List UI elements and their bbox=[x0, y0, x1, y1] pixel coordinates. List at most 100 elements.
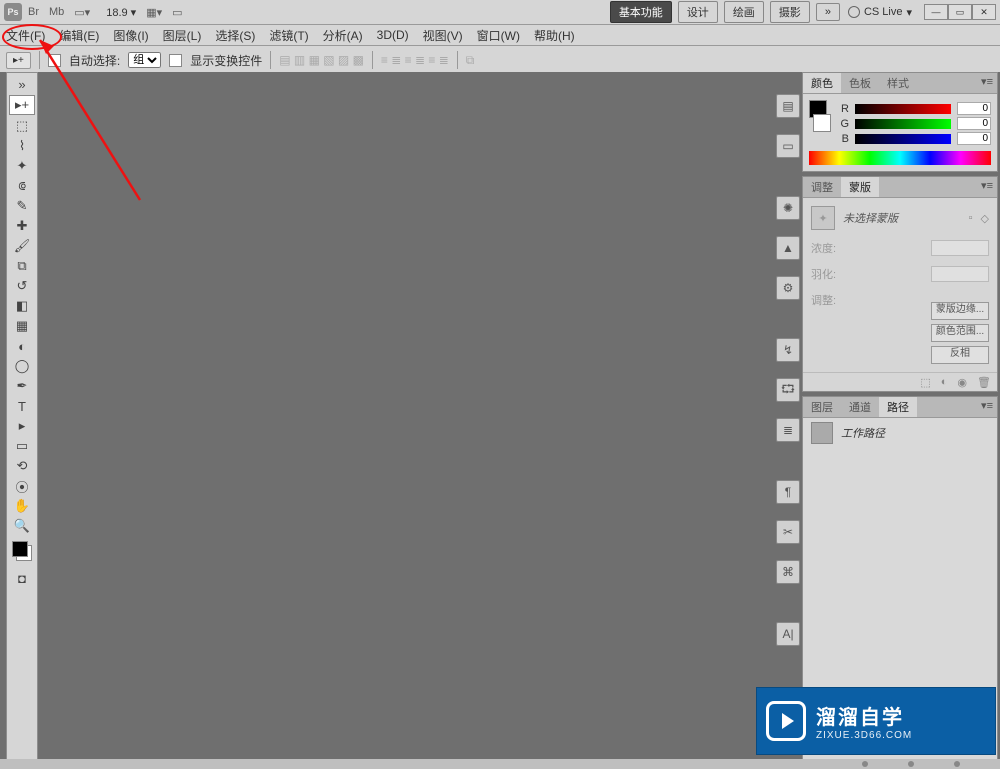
menu-filter[interactable]: 滤镜(T) bbox=[269, 27, 308, 44]
pixel-mask-icon[interactable]: ▫ bbox=[969, 212, 973, 224]
panel-menu-icon[interactable]: ▾≡ bbox=[981, 179, 993, 192]
move-tool[interactable]: ▸+ bbox=[9, 95, 35, 115]
dock-char-icon[interactable]: ⌘ bbox=[776, 560, 800, 584]
quickselect-tool[interactable]: ✦ bbox=[10, 157, 34, 175]
tab-adjustments[interactable]: 调整 bbox=[803, 177, 841, 197]
dock-brushpreset-icon[interactable]: ⚙ bbox=[776, 276, 800, 300]
vector-mask-icon[interactable]: ◇ bbox=[981, 212, 989, 225]
path-item[interactable]: 工作路径 bbox=[803, 418, 997, 448]
minibridge-icon[interactable]: Mb bbox=[49, 6, 64, 18]
marquee-tool[interactable]: ⬚ bbox=[10, 117, 34, 135]
arrange-icon[interactable]: ▭ bbox=[172, 6, 182, 19]
b-slider[interactable] bbox=[855, 134, 951, 144]
screenmode-icon[interactable]: ▭▾ bbox=[74, 6, 90, 19]
maximize-button[interactable]: ▭ bbox=[948, 4, 972, 20]
show-transform-checkbox[interactable] bbox=[169, 54, 182, 67]
toggle-mask-icon[interactable]: ◉ bbox=[957, 376, 967, 389]
workspace-design[interactable]: 设计 bbox=[678, 1, 718, 23]
workspace-essentials[interactable]: 基本功能 bbox=[610, 1, 672, 23]
blur-tool[interactable]: ◐ bbox=[10, 337, 34, 355]
dock-character-icon[interactable]: A| bbox=[776, 622, 800, 646]
menu-edit[interactable]: 编辑(E) bbox=[59, 27, 99, 44]
canvas-workspace[interactable] bbox=[38, 72, 774, 769]
type-tool[interactable]: T bbox=[10, 397, 34, 415]
dock-brush-icon[interactable]: ✺ bbox=[776, 196, 800, 220]
eraser-tool[interactable]: ◧ bbox=[10, 297, 34, 315]
tab-paths[interactable]: 路径 bbox=[879, 397, 917, 417]
dock-actions-icon[interactable]: ▭ bbox=[776, 134, 800, 158]
r-input[interactable] bbox=[957, 102, 991, 115]
dock-navigator-icon[interactable]: ↯ bbox=[776, 338, 800, 362]
b-input[interactable] bbox=[957, 132, 991, 145]
stamp-tool[interactable]: ⧉ bbox=[10, 257, 34, 275]
panel-bg-color[interactable] bbox=[813, 114, 831, 132]
delete-mask-icon[interactable]: 🗑 bbox=[977, 376, 991, 389]
cslive-button[interactable]: CS Live ▾ bbox=[848, 6, 912, 19]
zoom-level[interactable]: 18.9 ▾ bbox=[106, 6, 136, 19]
tab-color[interactable]: 颜色 bbox=[803, 73, 841, 93]
dodge-tool[interactable]: ◯ bbox=[10, 357, 34, 375]
menu-select[interactable]: 选择(S) bbox=[215, 27, 255, 44]
dock-clonesrc-icon[interactable]: ▲ bbox=[776, 236, 800, 260]
g-input[interactable] bbox=[957, 117, 991, 130]
dock-paragraph-icon[interactable]: ¶ bbox=[776, 480, 800, 504]
workspace-more[interactable]: » bbox=[816, 3, 840, 21]
menu-image[interactable]: 图像(I) bbox=[113, 27, 148, 44]
apply-mask-icon[interactable]: ◐ bbox=[941, 376, 948, 388]
spectrum-ramp[interactable] bbox=[809, 151, 991, 165]
3d-tool[interactable]: ⟲ bbox=[10, 457, 34, 475]
dock-tools-icon[interactable]: ✂ bbox=[776, 520, 800, 544]
eyedropper-tool[interactable]: ✎ bbox=[10, 197, 34, 215]
3d-camera-tool[interactable]: ⦿ bbox=[10, 477, 34, 495]
autoselect-checkbox[interactable] bbox=[48, 54, 61, 67]
density-value[interactable] bbox=[931, 240, 989, 256]
viewextras-icon[interactable]: ▦▾ bbox=[146, 6, 162, 19]
brush-tool[interactable]: 🖌 bbox=[10, 237, 34, 255]
active-tool-indicator[interactable]: ▸+ bbox=[6, 52, 31, 69]
r-slider[interactable] bbox=[855, 104, 951, 114]
load-selection-icon[interactable]: ⬚ bbox=[920, 376, 930, 389]
history-brush-tool[interactable]: ↺ bbox=[10, 277, 34, 295]
color-range-button[interactable]: 颜色范围... bbox=[931, 324, 989, 342]
dock-swap-icon[interactable]: ⮔ bbox=[776, 378, 800, 402]
menu-view[interactable]: 视图(V) bbox=[423, 27, 463, 44]
tab-layers[interactable]: 图层 bbox=[803, 397, 841, 417]
panel-menu-icon[interactable]: ▾≡ bbox=[981, 399, 993, 412]
crop-tool[interactable]: ⟃ bbox=[10, 177, 34, 195]
pen-tool[interactable]: ✒ bbox=[10, 377, 34, 395]
tab-swatches[interactable]: 色板 bbox=[841, 73, 879, 93]
menu-layer[interactable]: 图层(L) bbox=[163, 27, 202, 44]
workspace-photography[interactable]: 摄影 bbox=[770, 1, 810, 23]
dock-info-icon[interactable]: ≣ bbox=[776, 418, 800, 442]
invert-button[interactable]: 反相 bbox=[931, 346, 989, 364]
shape-tool[interactable]: ▭ bbox=[10, 437, 34, 455]
gradient-tool[interactable]: ▦ bbox=[10, 317, 34, 335]
menu-3d[interactable]: 3D(D) bbox=[377, 28, 409, 42]
lasso-tool[interactable]: ⌇ bbox=[10, 137, 34, 155]
feather-value[interactable] bbox=[931, 266, 989, 282]
mask-edge-button[interactable]: 蒙版边缘... bbox=[931, 302, 989, 320]
menu-file[interactable]: 文件(F) bbox=[6, 27, 45, 44]
quickmask-icon[interactable]: ◘ bbox=[10, 569, 34, 587]
menu-help[interactable]: 帮助(H) bbox=[534, 27, 575, 44]
tab-channels[interactable]: 通道 bbox=[841, 397, 879, 417]
tool-collapse-icon[interactable]: » bbox=[10, 75, 34, 93]
panel-menu-icon[interactable]: ▾≡ bbox=[981, 75, 993, 88]
tab-styles[interactable]: 样式 bbox=[879, 73, 917, 93]
close-button[interactable]: ✕ bbox=[972, 4, 996, 20]
healing-tool[interactable]: ✚ bbox=[10, 217, 34, 235]
bridge-icon[interactable]: Br bbox=[28, 6, 39, 18]
path-select-tool[interactable]: ▸ bbox=[10, 417, 34, 435]
workspace-painting[interactable]: 绘画 bbox=[724, 1, 764, 23]
tab-mask[interactable]: 蒙版 bbox=[841, 177, 879, 197]
foreground-color[interactable] bbox=[12, 541, 28, 557]
g-slider[interactable] bbox=[855, 119, 951, 129]
color-swatch[interactable] bbox=[12, 541, 32, 561]
hand-tool[interactable]: ✋ bbox=[10, 497, 34, 515]
menu-window[interactable]: 窗口(W) bbox=[477, 27, 520, 44]
zoom-tool[interactable]: 🔍 bbox=[10, 517, 34, 535]
autoselect-dropdown[interactable]: 组 bbox=[128, 52, 161, 68]
dock-history-icon[interactable]: ▤ bbox=[776, 94, 800, 118]
minimize-button[interactable]: — bbox=[924, 4, 948, 20]
menu-analysis[interactable]: 分析(A) bbox=[323, 27, 363, 44]
